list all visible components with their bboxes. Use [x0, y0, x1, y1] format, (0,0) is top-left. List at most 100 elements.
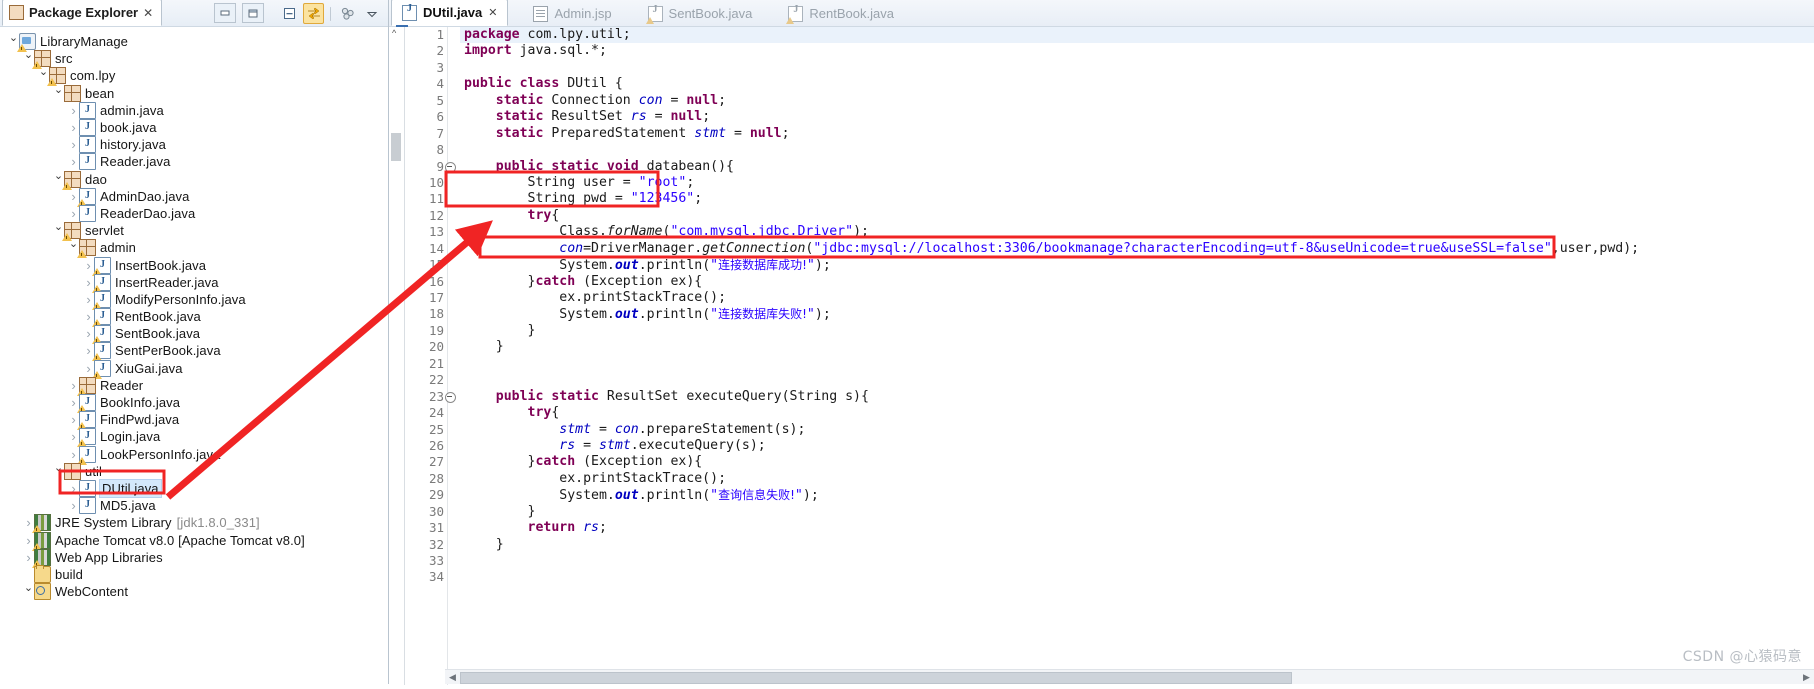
code-line[interactable]: }	[460, 537, 1814, 553]
code-line[interactable]: static PreparedStatement stmt = null;	[460, 126, 1814, 142]
horizontal-scroll-thumb[interactable]	[460, 672, 1293, 684]
code-line[interactable]: rs = stmt.executeQuery(s);	[460, 438, 1814, 454]
tree-item-servlet[interactable]: ⌄ servlet	[0, 221, 388, 242]
link-with-editor-button[interactable]	[303, 3, 324, 24]
tree-item-reader[interactable]: › Reader	[0, 376, 388, 396]
editor-tab-sentbook-java[interactable]: J SentBook.java	[637, 0, 764, 26]
code-line[interactable]: public static void databean(){	[460, 159, 1814, 175]
tree-item-rentbook-java[interactable]: ›RentBook.java	[0, 307, 388, 328]
tree-item-util[interactable]: ⌄ util	[0, 460, 388, 480]
code-line[interactable]: }catch (Exception ex){	[460, 454, 1814, 470]
code-line[interactable]	[460, 569, 1814, 585]
close-icon[interactable]: ✕	[488, 6, 497, 19]
fold-collapse-icon[interactable]	[445, 391, 456, 403]
tree-item-librarymanage[interactable]: ⌄ LibraryManage	[0, 32, 388, 53]
tree-item-sentbook-java[interactable]: ›SentBook.java	[0, 324, 388, 345]
horizontal-scrollbar[interactable]: ◀ ▶	[445, 669, 1814, 684]
chevron-right-icon[interactable]: ›	[68, 497, 79, 514]
tree-item-book-java[interactable]: › book.java	[0, 118, 388, 137]
code-line[interactable]: System.out.println("查询信息失败!");	[460, 487, 1814, 503]
tree-item-apache-tomcat-v8-0-apache-tomcat-v8-0-[interactable]: › Apache Tomcat v8.0 [Apache Tomcat v8.0]	[0, 531, 388, 551]
code-line[interactable]: package com.lpy.util;	[460, 27, 1814, 44]
tree-item-md5-java[interactable]: › MD5.java	[0, 496, 388, 515]
view-menu-button[interactable]	[337, 3, 358, 24]
code-line[interactable]	[460, 553, 1814, 569]
chevron-down-icon[interactable]: ⌄	[53, 460, 64, 477]
scroll-left-icon[interactable]: ◀	[445, 672, 460, 683]
code-line[interactable]: }catch (Exception ex){	[460, 274, 1814, 290]
tree-item-web-app-libraries[interactable]: › Web App Libraries	[0, 548, 388, 568]
code-line[interactable]: public class DUtil {	[460, 76, 1814, 92]
minimize-view-button[interactable]	[214, 3, 236, 23]
scroll-right-icon[interactable]: ▶	[1799, 672, 1814, 683]
chevron-right-icon[interactable]: ›	[68, 205, 79, 222]
editor-tab-admin-jsp[interactable]: Admin.jsp	[522, 0, 622, 26]
code-line[interactable]	[460, 356, 1814, 372]
tree-item-login-java[interactable]: ›Login.java	[0, 427, 388, 448]
scroll-up-icon[interactable]: ^	[392, 28, 396, 38]
tree-item-admin[interactable]: ⌄ admin	[0, 238, 388, 259]
tree-item-admindao-java[interactable]: ›AdminDao.java	[0, 187, 388, 207]
tab-package-explorer[interactable]: Package Explorer ✕	[2, 0, 163, 26]
tree-item-jre-system-library[interactable]: › JRE System Library [jdk1.8.0_331]	[0, 514, 388, 534]
source-code-text[interactable]: package com.lpy.util; import java.sql.*; …	[460, 27, 1814, 685]
tree-item-webcontent[interactable]: ⌄ WebContent	[0, 580, 388, 601]
chevron-right-icon[interactable]: ›	[68, 480, 79, 497]
tree-item-insertbook-java[interactable]: ›InsertBook.java	[0, 256, 388, 276]
code-line[interactable]: Class.forName("com.mysql.jdbc.Driver");	[460, 224, 1814, 240]
code-line[interactable]: import java.sql.*;	[460, 43, 1814, 59]
code-line[interactable]: return rs;	[460, 520, 1814, 536]
code-line[interactable]: }	[460, 323, 1814, 339]
code-line[interactable]: ex.printStackTrace();	[460, 290, 1814, 306]
tree-item-modifypersoninfo-java[interactable]: ›ModifyPersonInfo.java	[0, 290, 388, 310]
tree-item-src[interactable]: ⌄ src	[0, 49, 388, 70]
code-token: );	[814, 307, 831, 323]
close-icon[interactable]: ✕	[143, 6, 153, 20]
chevron-down-icon[interactable]: ⌄	[23, 580, 34, 597]
tree-item-bean[interactable]: ⌄ bean	[0, 82, 388, 102]
code-line[interactable]: public static ResultSet executeQuery(Str…	[460, 389, 1814, 405]
chevron-down-icon[interactable]: ⌄	[53, 82, 64, 99]
code-line[interactable]: ex.printStackTrace();	[460, 471, 1814, 487]
chevron-right-icon[interactable]: ›	[68, 119, 79, 136]
code-line[interactable]: con=DriverManager.getConnection("jdbc:my…	[460, 241, 1814, 257]
code-line[interactable]: }	[460, 339, 1814, 355]
tree-item-dutil-java[interactable]: › DUtil.java	[0, 478, 388, 498]
view-dropdown-button[interactable]	[361, 3, 382, 24]
code-line[interactable]: static ResultSet rs = null;	[460, 109, 1814, 125]
code-line[interactable]: System.out.println("连接数据库成功!");	[460, 257, 1814, 273]
editor-scroll-ruler[interactable]: ^	[389, 27, 405, 685]
editor-tab-rentbook-java[interactable]: J RentBook.java	[777, 0, 905, 26]
collapse-all-button[interactable]	[279, 3, 300, 24]
chevron-right-icon[interactable]: ›	[68, 102, 79, 119]
vertical-scrollbar-thumb[interactable]	[391, 133, 401, 161]
code-line[interactable]: try{	[460, 208, 1814, 224]
tree-item-build[interactable]: build	[0, 564, 388, 583]
chevron-right-icon[interactable]: ›	[68, 153, 79, 170]
tree-item-dao[interactable]: ⌄ dao	[0, 170, 388, 190]
code-line[interactable]: }	[460, 504, 1814, 520]
code-line[interactable]: static Connection con = null;	[460, 93, 1814, 109]
tree-item-admin-java[interactable]: › admin.java	[0, 101, 388, 119]
code-line[interactable]: try{	[460, 405, 1814, 421]
code-line[interactable]	[460, 142, 1814, 158]
tree-item-insertreader-java[interactable]: ›InsertReader.java	[0, 273, 388, 293]
editor-tab-dutil-java[interactable]: J DUtil.java ✕	[391, 0, 509, 28]
maximize-view-button[interactable]	[242, 3, 264, 23]
code-line[interactable]	[460, 372, 1814, 388]
tree-item-history-java[interactable]: › history.java	[0, 135, 388, 154]
code-line[interactable]: stmt = con.prepareStatement(s);	[460, 422, 1814, 438]
code-line[interactable]: String pwd = "123456";	[460, 191, 1814, 207]
fold-collapse-icon[interactable]	[445, 161, 456, 173]
tree-item-sentperbook-java[interactable]: ›SentPerBook.java	[0, 341, 388, 362]
project-tree[interactable]: ⌄LibraryManage⌄src⌄com.lpy⌄bean›admin.ja…	[0, 27, 388, 689]
tree-item-findpwd-java[interactable]: ›FindPwd.java	[0, 410, 388, 431]
code-line[interactable]: System.out.println("连接数据库失败!");	[460, 306, 1814, 322]
horizontal-scroll-track[interactable]	[460, 671, 1799, 684]
code-line[interactable]	[460, 60, 1814, 76]
tree-item-bookinfo-java[interactable]: ›BookInfo.java	[0, 393, 388, 414]
code-line[interactable]: String user = "root";	[460, 175, 1814, 191]
chevron-right-icon[interactable]: ›	[68, 136, 79, 153]
tree-item-xiugai-java[interactable]: ›XiuGai.java	[0, 359, 388, 379]
line-number-gutter: 1 2 3 4 5 6 7 8 9 10 11 12 13 14 15 16 17 18 19 20 21 22 23 24 2…	[405, 27, 456, 685]
